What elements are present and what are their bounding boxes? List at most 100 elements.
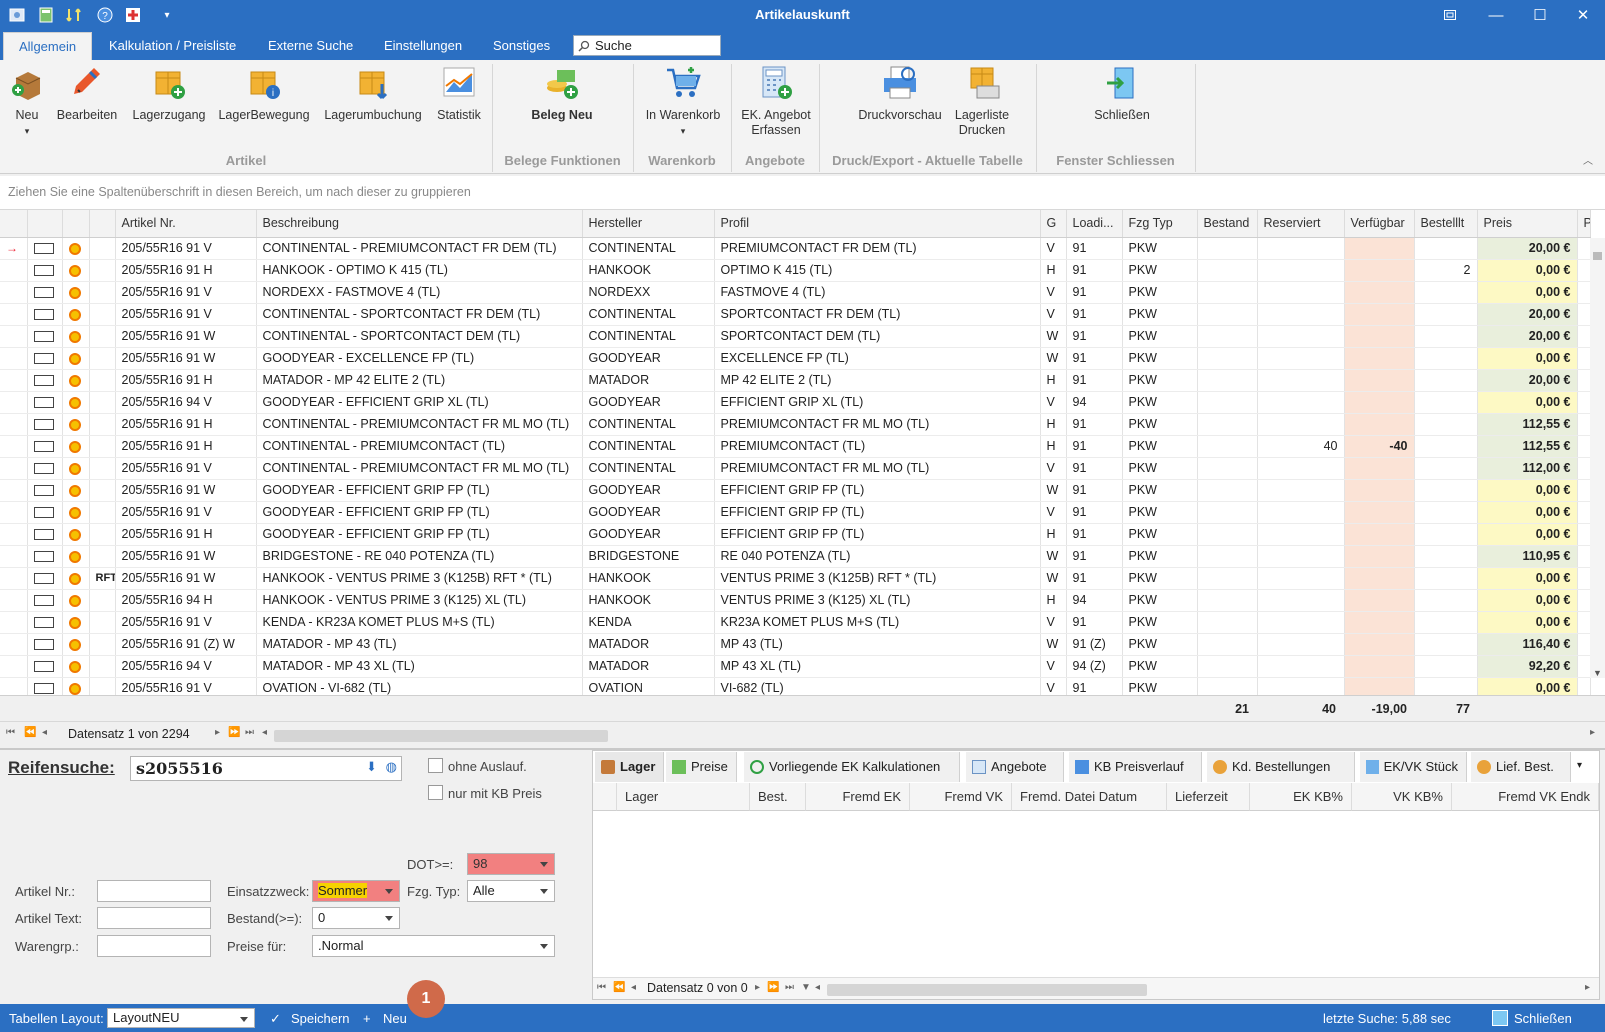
cell-artikel-nr[interactable]: 205/55R16 91 W	[115, 325, 257, 348]
cell-loadindex[interactable]: 91	[1066, 457, 1123, 480]
column-header-p[interactable]: P	[1577, 210, 1591, 238]
row-checkbox-icon[interactable]	[33, 661, 54, 673]
cell-profil[interactable]: EFFICIENT GRIP FP (TL)	[714, 501, 1041, 524]
cell-loadindex[interactable]: 91	[1066, 545, 1123, 568]
cell-artikel-nr[interactable]: 205/55R16 91 V	[115, 457, 257, 480]
row-checkbox-icon[interactable]	[33, 507, 54, 519]
cell-bestellt[interactable]	[1414, 391, 1478, 414]
fzg-typ-select[interactable]: Alle	[467, 880, 555, 902]
cell-artikel-nr[interactable]: 205/55R16 91 (Z) W	[115, 633, 257, 656]
detail-nav-last-icon[interactable]: ⏭	[785, 982, 794, 993]
cell-reserviert[interactable]	[1257, 589, 1345, 612]
nav-next-icon[interactable]: ▸	[215, 727, 220, 738]
cell-reserviert[interactable]	[1257, 237, 1345, 260]
cell-artikel-nr[interactable]: 205/55R16 91 V	[115, 677, 257, 695]
transfer-icon[interactable]	[65, 6, 83, 24]
row-indicator[interactable]	[0, 545, 28, 568]
cell-preis[interactable]: 0,00 €	[1477, 523, 1578, 546]
row-checkbox-icon[interactable]	[33, 529, 54, 541]
cell-bestellt[interactable]	[1414, 237, 1478, 260]
cell-g[interactable]: H	[1040, 369, 1067, 392]
tab-einstellungen[interactable]: Einstellungen	[369, 32, 477, 60]
row-indicator[interactable]	[0, 501, 28, 524]
cell-profil[interactable]: EFFICIENT GRIP FP (TL)	[714, 523, 1041, 546]
cell-preis[interactable]: 20,00 €	[1477, 325, 1578, 348]
cell-bestand[interactable]	[1197, 435, 1258, 458]
cell-fzg-typ[interactable]: PKW	[1122, 391, 1198, 414]
cell-extra[interactable]	[1577, 237, 1591, 260]
download-arrow-icon[interactable]: ⬇	[366, 760, 377, 775]
cell-beschreibung[interactable]: CONTINENTAL - PREMIUMCONTACT FR ML MO (T…	[256, 413, 583, 436]
cell-reserviert[interactable]	[1257, 391, 1345, 414]
cell-preis[interactable]: 112,55 €	[1477, 435, 1578, 458]
cell-preis[interactable]: 0,00 €	[1477, 567, 1578, 590]
column-header-bestellt[interactable]: Bestelllt	[1414, 210, 1478, 238]
detail-tab-ek-kalkulationen[interactable]: Vorliegende EK Kalkulationen	[744, 752, 960, 782]
cell-artikel-nr[interactable]: 205/55R16 91 H	[115, 369, 257, 392]
cell-profil[interactable]: VI-682 (TL)	[714, 677, 1041, 695]
cell-loadindex[interactable]: 91	[1066, 435, 1123, 458]
cell-preis[interactable]: 0,00 €	[1477, 259, 1578, 282]
cell-profil[interactable]: MP 43 (TL)	[714, 633, 1041, 656]
cell-profil[interactable]: MP 42 ELITE 2 (TL)	[714, 369, 1041, 392]
cell-fzg-typ[interactable]: PKW	[1122, 281, 1198, 304]
row-status-cell[interactable]	[62, 281, 90, 304]
cell-preis[interactable]: 0,00 €	[1477, 347, 1578, 370]
cell-bestand[interactable]	[1197, 523, 1258, 546]
cell-bestellt[interactable]	[1414, 655, 1478, 678]
cell-fzg-typ[interactable]: PKW	[1122, 413, 1198, 436]
cell-loadindex[interactable]: 91	[1066, 369, 1123, 392]
row-select-cell[interactable]	[27, 655, 63, 678]
row-indicator[interactable]	[0, 589, 28, 612]
save-layout-button[interactable]: Speichern	[291, 1011, 350, 1026]
column-header-preis[interactable]: Preis	[1477, 210, 1578, 238]
table-row[interactable]: 205/55R16 91 W GOODYEAR - EFFICIENT GRIP …	[0, 479, 1591, 502]
row-flag[interactable]	[89, 325, 116, 348]
new-button[interactable]: Neu ▾	[8, 64, 46, 139]
row-indicator[interactable]	[0, 391, 28, 414]
cell-bestand[interactable]	[1197, 281, 1258, 304]
column-header-beschreibung[interactable]: Beschreibung	[256, 210, 583, 238]
nav-first-icon[interactable]: ⏮	[6, 727, 15, 738]
cell-preis[interactable]: 0,00 €	[1477, 677, 1578, 695]
cell-bestand[interactable]	[1197, 567, 1258, 590]
row-select-cell[interactable]	[27, 413, 63, 436]
row-status-cell[interactable]	[62, 633, 90, 656]
detail-horizontal-scrollbar[interactable]	[827, 984, 1147, 996]
cell-beschreibung[interactable]: CONTINENTAL - SPORTCONTACT FR DEM (TL)	[256, 303, 583, 326]
cell-verfuegbar[interactable]	[1344, 347, 1415, 370]
detail-column-vk-kb[interactable]: VK KB%	[1352, 783, 1452, 811]
help-icon[interactable]: ?	[96, 6, 114, 24]
cell-hersteller[interactable]: NORDEXX	[582, 281, 715, 304]
cell-extra[interactable]	[1577, 633, 1591, 656]
cell-artikel-nr[interactable]: 205/55R16 91 V	[115, 237, 257, 260]
row-checkbox-icon[interactable]	[33, 595, 54, 607]
cell-profil[interactable]: PREMIUMCONTACT (TL)	[714, 435, 1041, 458]
detail-tab-ek-vk-stueck[interactable]: EK/VK Stück	[1360, 752, 1467, 782]
row-flag[interactable]	[89, 677, 116, 695]
cell-fzg-typ[interactable]: PKW	[1122, 237, 1198, 260]
cell-reserviert[interactable]	[1257, 369, 1345, 392]
row-checkbox-icon[interactable]	[33, 463, 54, 475]
new-layout-button[interactable]: Neu	[383, 1011, 407, 1026]
cell-fzg-typ[interactable]: PKW	[1122, 567, 1198, 590]
row-checkbox-icon[interactable]	[33, 265, 54, 277]
cell-extra[interactable]	[1577, 281, 1591, 304]
cell-fzg-typ[interactable]: PKW	[1122, 303, 1198, 326]
cell-bestellt[interactable]	[1414, 501, 1478, 524]
row-status-cell[interactable]	[62, 303, 90, 326]
cell-profil[interactable]: SPORTCONTACT DEM (TL)	[714, 325, 1041, 348]
cell-loadindex[interactable]: 91	[1066, 281, 1123, 304]
cell-bestellt[interactable]	[1414, 523, 1478, 546]
table-row[interactable]: 205/55R16 91 H HANKOOK - OPTIMO K 415 (TL…	[0, 259, 1591, 282]
cell-extra[interactable]	[1577, 545, 1591, 568]
row-checkbox-icon[interactable]	[33, 331, 54, 343]
row-select-cell[interactable]	[27, 567, 63, 590]
cell-artikel-nr[interactable]: 205/55R16 91 W	[115, 479, 257, 502]
cell-bestand[interactable]	[1197, 347, 1258, 370]
cell-verfuegbar[interactable]	[1344, 369, 1415, 392]
detail-column-fremd-ek[interactable]: Fremd EK	[806, 783, 910, 811]
cell-reserviert[interactable]	[1257, 655, 1345, 678]
cell-g[interactable]: W	[1040, 325, 1067, 348]
cell-hersteller[interactable]: CONTINENTAL	[582, 303, 715, 326]
